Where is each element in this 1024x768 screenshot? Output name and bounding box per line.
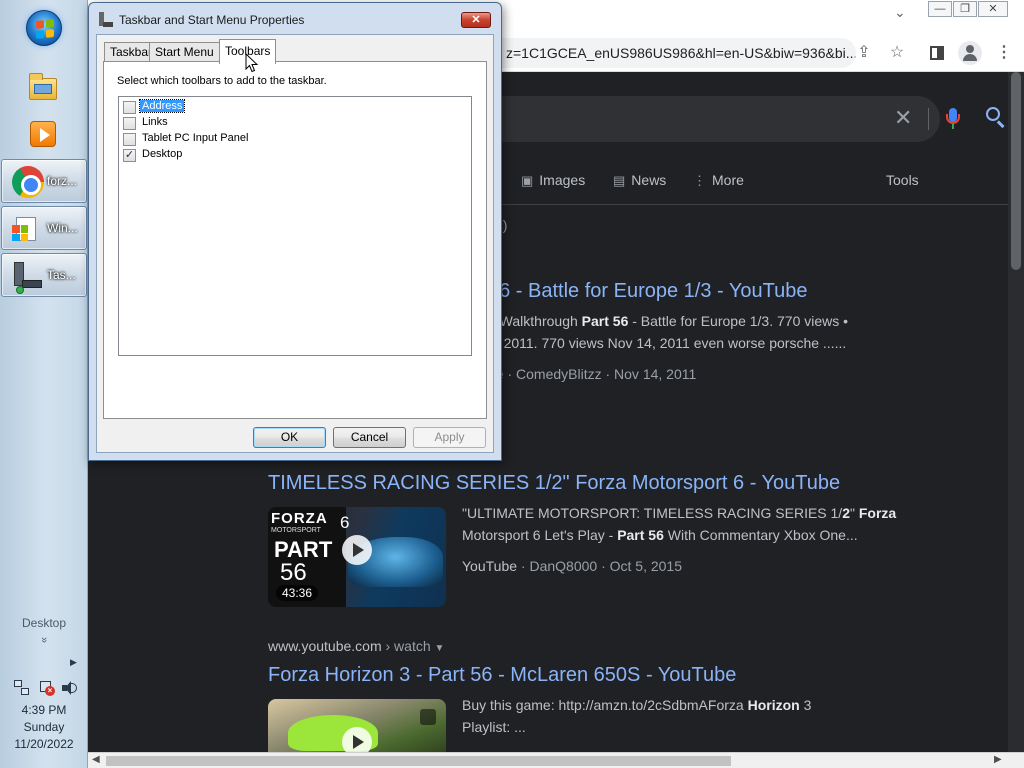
result-title[interactable]: 56 - Battle for Europe 1/3 - YouTube (488, 280, 807, 303)
taskbar: forz... Win... Tas... Desktop » ▶ × 4:39… (0, 0, 88, 768)
clock-day[interactable]: Sunday (0, 720, 88, 734)
media-player-icon[interactable] (27, 118, 59, 150)
tab-tools[interactable]: Tools (886, 172, 919, 188)
list-item-label: Address (138, 99, 186, 113)
chevron-down-icon[interactable]: ▼ (435, 643, 445, 654)
taskbar-button-label: Tas... (47, 268, 76, 282)
tab-images[interactable]: ▣ Images (521, 172, 585, 189)
dialog-body: Taskbar Start Menu Toolbars Select which… (96, 34, 494, 453)
url-text[interactable]: z=1C1GCEA_enUS986US986&hl=en-US&biw=936&… (506, 45, 856, 61)
result-title[interactable]: Forza Horizon 3 - Part 56 - McLaren 650S… (268, 664, 736, 687)
tab-label: News (631, 172, 667, 188)
desktop-toolbar-chevron-icon[interactable]: » (38, 596, 50, 684)
restore-button[interactable]: ❐ (953, 1, 977, 17)
checkbox-icon[interactable] (123, 101, 136, 114)
tab-label: Images (539, 172, 586, 188)
panel-instruction: Select which toolbars to add to the task… (117, 75, 327, 87)
share-icon[interactable]: ⇪ (854, 43, 874, 63)
taskbar-button-chrome[interactable]: forz... (1, 159, 87, 203)
video-thumbnail[interactable]: FORZA MOTORSPORT 6 PART 56 43:36 (268, 507, 446, 607)
mouse-cursor-icon (245, 53, 259, 73)
thumb-text: FORZA (271, 510, 328, 527)
explorer-icon[interactable] (27, 72, 59, 104)
tab-more[interactable]: ⋮ More (693, 172, 744, 189)
checkbox-icon[interactable]: ✓ (123, 149, 136, 162)
clock-time[interactable]: 4:39 PM (0, 703, 88, 717)
close-icon[interactable]: ✕ (461, 12, 491, 28)
profile-icon[interactable] (958, 41, 982, 65)
window-close-button[interactable]: ✕ (978, 1, 1008, 17)
list-item-label: Desktop (142, 148, 183, 160)
tab-start-menu[interactable]: Start Menu (149, 42, 220, 62)
result-snippet: Motorsport 6 Let's Play - Part 56 With C… (462, 527, 858, 543)
toolbars-panel: Select which toolbars to add to the task… (103, 61, 487, 419)
search-divider (928, 108, 929, 130)
taskbar-properties-dialog: Taskbar and Start Menu Properties ✕ Task… (88, 2, 502, 461)
checkbox-icon[interactable] (123, 133, 136, 146)
result-snippet: 2 Walkthrough Part 56 - Battle for Europ… (488, 313, 849, 329)
thumb-text: 6 (340, 513, 350, 532)
play-icon[interactable] (342, 535, 372, 565)
minimize-button[interactable]: — (928, 1, 952, 17)
scroll-left-icon[interactable]: ◀ (92, 754, 100, 765)
vertical-scrollbar[interactable] (1008, 72, 1024, 752)
toolbar-list: Address Links Tablet PC Input Panel ✓ De… (118, 96, 472, 356)
result-snippet: "ULTIMATE MOTORSPORT: TIMELESS RACING SE… (462, 505, 897, 521)
tab-search-icon[interactable]: ⌄ (894, 4, 906, 21)
list-item-label: Links (142, 116, 168, 128)
cancel-button[interactable]: Cancel (333, 427, 406, 448)
action-center-icon[interactable]: × (38, 680, 55, 696)
scroll-right-icon[interactable]: ▶ (994, 754, 1002, 765)
taskbar-properties-icon (12, 262, 42, 294)
star-icon[interactable]: ☆ (887, 43, 907, 63)
result-meta: YouTube · DanQ8000 · Oct 5, 2015 (462, 558, 682, 574)
chrome-icon (12, 166, 44, 198)
expand-icon[interactable] (420, 709, 436, 725)
result-snippet: Buy this game: http://amzn.to/2cSdbmAFor… (462, 697, 812, 713)
taskbar-properties-icon (99, 12, 113, 28)
clear-icon[interactable]: ✕ (894, 107, 912, 129)
apply-button[interactable]: Apply (413, 427, 486, 448)
windows-icon (12, 215, 40, 243)
thumb-text: MOTORSPORT (271, 527, 321, 534)
result-cite[interactable]: www.youtube.com › watch ▼ (268, 638, 444, 654)
horizontal-scrollbar[interactable]: ◀ ▶ (88, 752, 1024, 768)
menu-icon[interactable]: ⋮ (994, 43, 1014, 63)
dialog-title: Taskbar and Start Menu Properties (119, 13, 305, 27)
news-icon: ▤ (613, 173, 626, 188)
taskbar-button-windows[interactable]: Win... (1, 206, 87, 250)
taskbar-button-label: Win... (47, 221, 78, 235)
search-icon[interactable] (986, 107, 1008, 129)
video-duration: 43:36 (276, 585, 319, 601)
volume-icon[interactable] (61, 680, 77, 696)
checkbox-icon[interactable] (123, 117, 136, 130)
tab-label: Tools (886, 172, 919, 188)
list-item-label: Tablet PC Input Panel (142, 132, 249, 144)
thumb-text: 56 (280, 559, 307, 586)
mic-icon[interactable] (946, 108, 960, 130)
result-snippet: 4, 2011. 770 views Nov 14, 2011 even wor… (488, 335, 847, 351)
more-icon: ⋮ (693, 173, 706, 188)
clock-date[interactable]: 11/20/2022 (0, 737, 88, 751)
result-meta: be · ComedyBlitzz · Nov 14, 2011 (488, 366, 697, 382)
taskbar-button-properties[interactable]: Tas... (1, 253, 87, 297)
start-orb-icon[interactable] (26, 10, 62, 46)
tray-expand-icon[interactable]: ▶ (70, 657, 77, 668)
result-snippet: Playlist: ... (462, 719, 526, 735)
tab-news[interactable]: ▤ News (613, 172, 666, 189)
ok-button[interactable]: OK (253, 427, 326, 448)
network-icon[interactable] (14, 680, 30, 696)
video-thumbnail[interactable] (268, 699, 446, 759)
tab-label: More (712, 172, 744, 188)
taskbar-button-label: forz... (47, 174, 78, 188)
image-icon: ▣ (521, 173, 534, 188)
side-panel-icon[interactable] (927, 43, 947, 63)
result-title[interactable]: TIMELESS RACING SERIES 1/2" Forza Motors… (268, 472, 840, 495)
